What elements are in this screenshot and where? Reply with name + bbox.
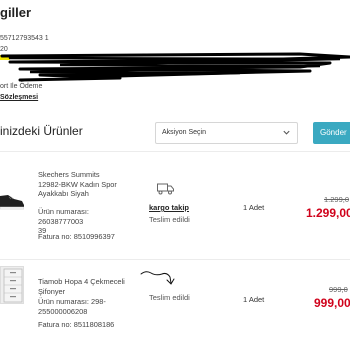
products-title: inizdeki Ürünler	[0, 124, 83, 138]
old-price: 999,0	[329, 285, 348, 294]
product-number: Ürün numarası: 298- 255000006208	[38, 297, 138, 316]
action-select[interactable]: Aksiyon Seçin	[155, 122, 298, 144]
dresser-thumbnail[interactable]	[0, 266, 24, 304]
truck-icon	[157, 183, 174, 195]
send-button[interactable]: Gönder	[313, 122, 350, 144]
invoice-number: Fatura no: 8510996397	[38, 232, 115, 241]
price: 999,00	[314, 296, 350, 310]
redaction-scribble	[0, 52, 350, 82]
product-name[interactable]: Skechers Summits 12982-BKW Kadın Spor Ay…	[38, 170, 133, 199]
product-number-line: 255000006208	[38, 306, 88, 316]
action-select-label: Aksiyon Seçin	[162, 129, 206, 136]
cargo-tracking-link[interactable]: kargo takip	[149, 203, 189, 212]
quantity: 1 Adet	[243, 203, 265, 212]
delivery-status: Teslim edildi	[149, 293, 190, 302]
product-name[interactable]: Tiamob Hopa 4 Çekmeceli Şifonyer	[38, 277, 133, 296]
product-name-line: Skechers Summits	[38, 170, 100, 179]
product-name-line: Şifonyer	[38, 286, 66, 296]
delivery-status: Teslim edildi	[149, 215, 190, 224]
old-price: 1.299,0	[324, 195, 350, 204]
quantity: 1 Adet	[243, 295, 265, 304]
product-row: Skechers Summits 12982-BKW Kadın Spor Ay…	[0, 152, 350, 260]
handdrawn-arrow	[140, 271, 175, 285]
product-name-line: Ayakkabı Siyah	[38, 189, 89, 198]
product-row: Tiamob Hopa 4 Çekmeceli Şifonyer Ürün nu…	[0, 260, 350, 350]
order-info-panel: giller 55712793543 1 20 ort Ile Ödeme Sö…	[0, 0, 350, 112]
payment-method: ort Ile Ödeme	[0, 83, 43, 90]
price: 1.299,00	[306, 206, 350, 220]
product-number-line: Ürün numarası: 298-	[38, 297, 106, 306]
products-header: inizdeki Ürünler Aksiyon Seçin Gönder	[0, 112, 350, 152]
dresser-icon	[3, 268, 23, 303]
shoe-thumbnail[interactable]	[0, 188, 24, 210]
panel-title: giller	[0, 5, 32, 20]
products-panel: inizdeki Ürünler Aksiyon Seçin Gönder Sk…	[0, 112, 350, 350]
product-name-line: 12982-BKW Kadın Spor	[38, 179, 117, 189]
product-number-line: 26038777003	[38, 216, 84, 226]
agreement-link[interactable]: Sözleşmesi	[0, 94, 38, 101]
product-number-line: Ürün numarası:	[38, 207, 89, 216]
product-name-line: Tiamob Hopa 4 Çekmeceli	[38, 277, 125, 286]
order-number: 55712793543 1	[0, 35, 49, 42]
send-button-label: Gönder	[320, 128, 347, 137]
invoice-number: Fatura no: 8511808186	[38, 320, 115, 329]
chevron-down-icon	[283, 130, 290, 135]
